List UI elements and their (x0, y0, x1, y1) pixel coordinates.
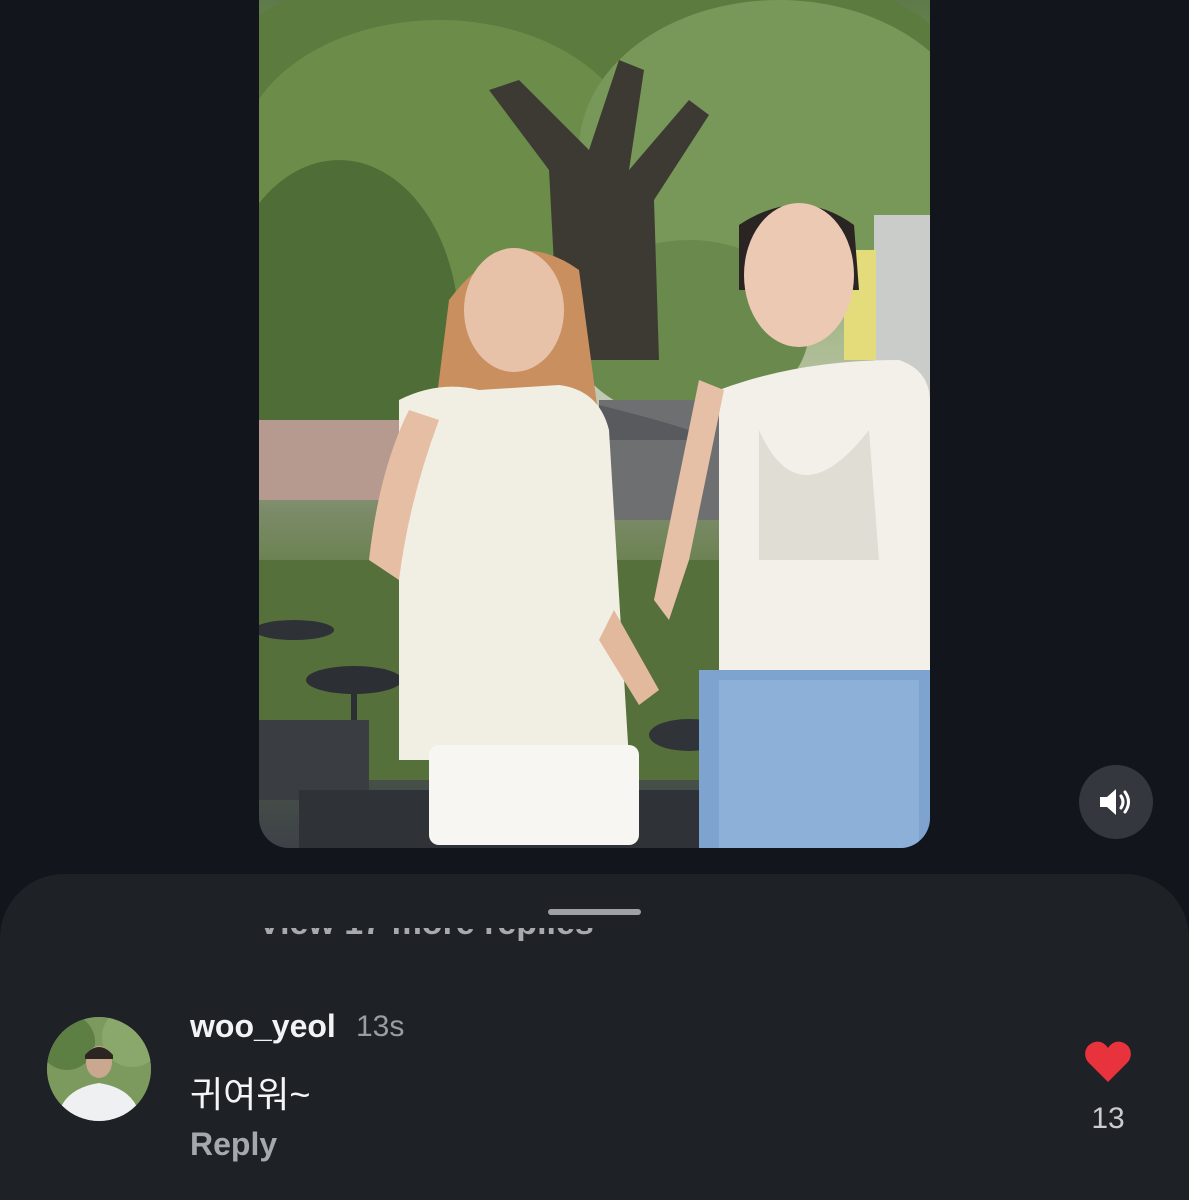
comments-sheet: View 17 more replies woo_yeol 13s 귀여워~ R… (0, 874, 1189, 1200)
comment-timestamp: 13s (356, 1010, 405, 1043)
speaker-volume-icon (1100, 789, 1130, 815)
screen: View 17 more replies woo_yeol 13s 귀여워~ R… (0, 0, 1189, 1200)
view-more-replies-label: View 17 more replies (258, 928, 594, 943)
sheet-drag-handle[interactable] (548, 909, 641, 915)
avatar-image (47, 1017, 151, 1121)
avatar[interactable] (47, 1017, 151, 1121)
video-frame (259, 0, 930, 848)
sound-toggle-button[interactable] (1079, 765, 1153, 839)
view-more-replies-link[interactable]: View 17 more replies (258, 928, 598, 958)
video-player[interactable] (259, 0, 930, 848)
heart-icon (1085, 1041, 1131, 1082)
reply-button[interactable]: Reply (190, 1126, 277, 1163)
comment-username[interactable]: woo_yeol (190, 1008, 336, 1045)
like-button[interactable] (1084, 1040, 1132, 1084)
like-count: 13 (1091, 1102, 1125, 1135)
comment-text: 귀여워~ (190, 1074, 311, 1115)
